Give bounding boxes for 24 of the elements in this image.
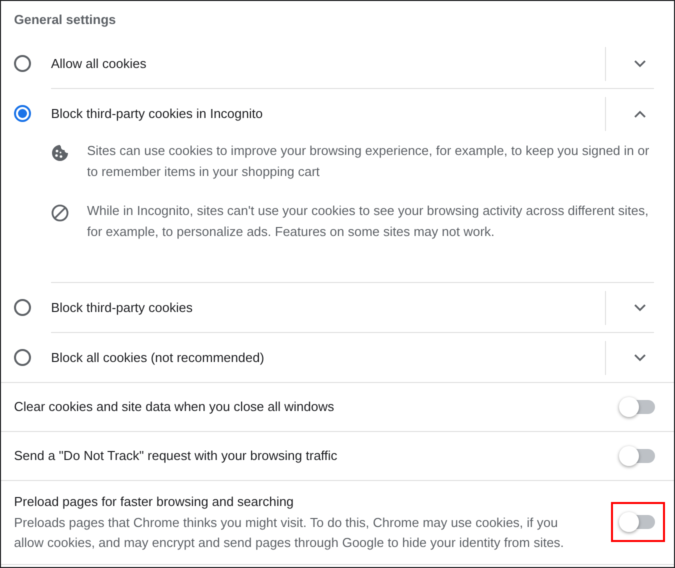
section-heading: General settings bbox=[13, 11, 117, 29]
radio-label[interactable]: Block third-party cookies in Incognito bbox=[51, 104, 605, 124]
setting-description: Preloads pages that Chrome thinks you might visit. To do this, Chrome may use cookies, if you allow cookies, and may encrypt and send pages through Google to hide your identity from sites. bbox=[14, 514, 565, 552]
radio-button[interactable] bbox=[14, 55, 31, 72]
chevron-down-icon bbox=[634, 354, 646, 362]
setting-label: Preload pages for faster browsing and searching bbox=[14, 493, 295, 511]
toggle-switch[interactable] bbox=[621, 515, 655, 530]
chevron-down-icon bbox=[634, 60, 646, 68]
block-icon bbox=[51, 204, 69, 222]
radio-label[interactable]: Allow all cookies bbox=[51, 54, 605, 74]
radio-button[interactable] bbox=[14, 349, 31, 366]
setting-label: Clear cookies and site data when you close all windows bbox=[14, 398, 336, 416]
radio-label[interactable]: Block third-party cookies bbox=[51, 298, 605, 318]
radio-label[interactable]: Block all cookies (not recommended) bbox=[51, 348, 605, 368]
toggle-switch[interactable] bbox=[621, 400, 655, 414]
radio-button[interactable] bbox=[14, 105, 31, 122]
setting-label: Send a "Do Not Track" request with your browsing traffic bbox=[14, 447, 338, 466]
radio-button[interactable] bbox=[14, 299, 31, 316]
chevron-up-icon bbox=[634, 110, 646, 118]
detail-text: While in Incognito, sites can't use your cookies to see your browsing activity across different sites, for example, to personalize ads. Features on some sites may not work. bbox=[87, 202, 650, 241]
detail-text: Sites can use cookies to improve your browsing experience, for example, to keep you signed in or to remember items in your shopping cart bbox=[87, 142, 650, 181]
cookie-icon bbox=[51, 144, 69, 162]
toggle-switch[interactable] bbox=[621, 449, 655, 463]
chevron-down-icon bbox=[634, 304, 646, 312]
